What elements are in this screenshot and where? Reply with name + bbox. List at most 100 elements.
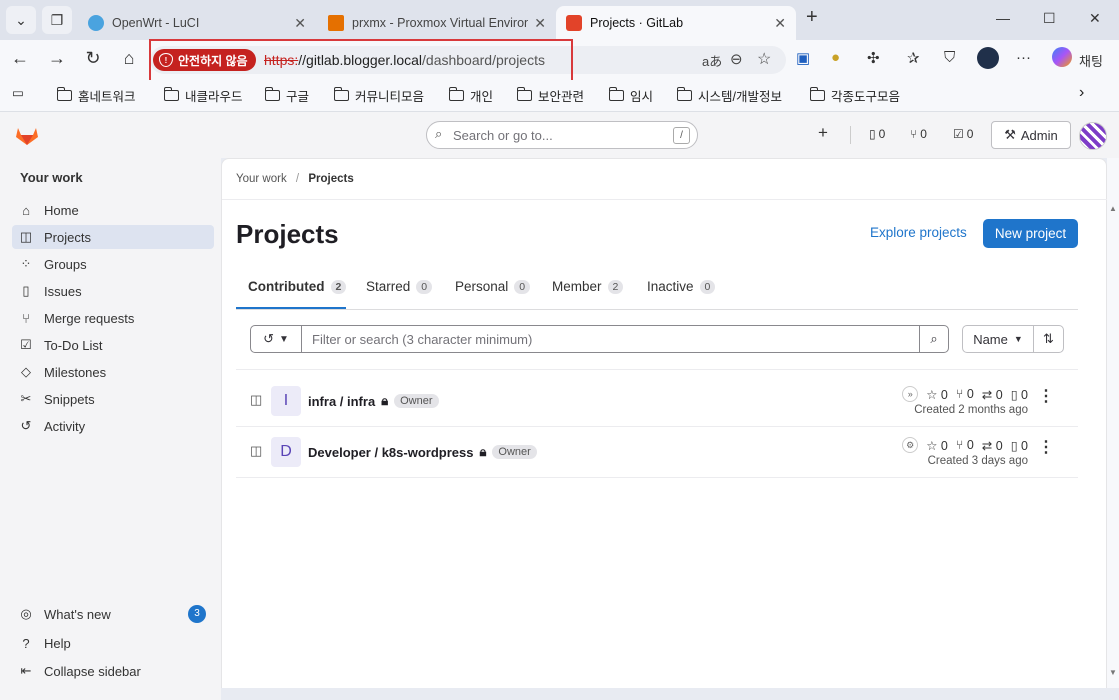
sidebar-item-activity[interactable]: ↺ Activity [12, 414, 214, 438]
favorites-icon[interactable]: ✰ [907, 49, 920, 67]
search-submit-button[interactable]: ⌕ [919, 325, 949, 353]
tab-member[interactable]: Member 2 [552, 279, 624, 294]
browser-tab-proxmox[interactable]: prxmx - Proxmox Virtual Environm ✕ [318, 6, 556, 40]
bookmark-folder[interactable]: 내클라우드 [163, 86, 243, 105]
filter-search-input[interactable] [302, 325, 920, 353]
project-name[interactable]: infra / infra 🔒︎ Owner [308, 393, 439, 409]
bookmark-folder[interactable]: 보안관련 [516, 86, 584, 105]
sort-direction-button[interactable]: ⇅ [1033, 325, 1064, 353]
extensions-icon[interactable]: ✣ [867, 49, 880, 67]
bookmark-folder[interactable]: 임시 [608, 86, 653, 105]
global-search-input[interactable]: ⌕ Search or go to... / [426, 121, 698, 149]
project-name[interactable]: Developer / k8s-wordpress 🔒︎ Owner [308, 444, 537, 460]
copilot-icon[interactable] [1052, 47, 1072, 67]
folder-icon [163, 87, 179, 101]
gitlab-logo-icon[interactable] [15, 124, 39, 146]
merge-request-count[interactable]: ⇄ 0 [982, 438, 1003, 453]
star-count[interactable]: ☆ 0 [926, 387, 948, 402]
whats-new-button[interactable]: ◎ What's new [12, 602, 214, 626]
main-content: Your work / Projects Projects Explore pr… [221, 158, 1108, 688]
tab-contributed[interactable]: Contributed 2 [248, 279, 347, 294]
sidebar-item-milestones[interactable]: ◇ Milestones [12, 360, 214, 384]
breadcrumb-your-work[interactable]: Your work [236, 173, 287, 185]
reload-icon[interactable]: ↻ [81, 48, 105, 69]
bookmarks-bar: ▭ 홈네트워크 내클라우드 구글 커뮤니티모음 개인 보안관련 임시 시스템/개… [0, 80, 1119, 112]
breadcrumb-projects[interactable]: Projects [308, 173, 353, 185]
star-count[interactable]: ☆ 0 [926, 438, 948, 453]
sidebar-item-projects[interactable]: ◫ Projects [12, 225, 214, 249]
admin-button[interactable]: ⚒ Admin [991, 121, 1071, 149]
fork-count[interactable]: ⑂ 0 [956, 438, 974, 452]
sidebar-item-issues[interactable]: ▯ Issues [12, 279, 214, 303]
fork-count[interactable]: ⑂ 0 [956, 387, 974, 401]
project-avatar[interactable]: D [271, 437, 301, 467]
home-browser-icon[interactable]: ⌂ [117, 48, 141, 69]
todos-count-button[interactable]: ☑ 0 [953, 127, 973, 141]
chat-label[interactable]: 채팅 [1079, 51, 1103, 70]
project-avatar[interactable]: I [271, 386, 301, 416]
merge-request-count[interactable]: ⇄ 0 [982, 387, 1003, 402]
vertical-scrollbar[interactable]: ▲ ▼ [1107, 158, 1119, 688]
tab-personal[interactable]: Personal 0 [455, 279, 531, 294]
bookmark-folder[interactable]: 시스템/개발정보 [676, 86, 782, 105]
workspaces-icon[interactable]: ❐ [42, 6, 72, 34]
pipeline-status-icon[interactable]: » [902, 386, 919, 402]
translate-icon[interactable]: aあ [702, 51, 722, 70]
new-project-button[interactable]: New project [983, 219, 1078, 248]
bookmark-folder[interactable]: 구글 [264, 86, 309, 105]
favorite-star-icon[interactable]: ☆ [757, 49, 771, 69]
back-icon[interactable]: ← [8, 48, 32, 69]
project-row[interactable]: ◫ D Developer / k8s-wordpress 🔒︎ Owner ⚙ ☆… [236, 427, 1078, 478]
chevron-down-icon: ▼ [279, 333, 289, 345]
filter-search-field[interactable] [302, 326, 919, 352]
tab-list-icon[interactable]: ⌄ [6, 6, 36, 34]
profile-avatar[interactable] [977, 47, 999, 69]
explore-projects-link[interactable]: Explore projects [870, 225, 967, 240]
scroll-down-icon[interactable]: ▼ [1109, 668, 1117, 677]
user-avatar[interactable] [1079, 122, 1107, 150]
browser-essentials-icon[interactable]: ⛉ [944, 49, 955, 66]
sidebar-item-snippets[interactable]: ✂ Snippets [12, 387, 214, 411]
zoom-icon[interactable]: ⊖ [730, 50, 743, 68]
close-icon[interactable]: ✕ [294, 15, 306, 32]
merge-requests-count-button[interactable]: ⑂ 0 [910, 127, 927, 141]
bookmark-folder[interactable]: 홈네트워크 [56, 86, 136, 105]
issue-count[interactable]: ▯ 0 [1011, 438, 1028, 453]
minimize-icon[interactable]: — [996, 10, 1010, 26]
close-icon[interactable]: ✕ [774, 15, 786, 32]
sidebar-item-merge-requests[interactable]: ⑂ Merge requests [12, 306, 214, 330]
browser-tab-gitlab[interactable]: Projects · GitLab ✕ [556, 6, 796, 40]
sort-dropdown[interactable]: Name ▼ [962, 325, 1034, 353]
more-actions-icon[interactable]: ⋮ [1038, 386, 1054, 406]
window-close-icon[interactable]: ✕ [1089, 10, 1101, 27]
tab-starred[interactable]: Starred 0 [366, 279, 433, 294]
issues-count-button[interactable]: ▯ 0 [869, 127, 885, 141]
bookmark-bar-icon[interactable]: ▭ [12, 85, 24, 100]
sidebar-item-todo-list[interactable]: ☑ To-Do List [12, 333, 214, 357]
bookmark-folder[interactable]: 커뮤니티모음 [333, 86, 424, 105]
close-icon[interactable]: ✕ [534, 15, 546, 32]
extension-coin-icon[interactable]: ● [831, 49, 840, 66]
more-menu-icon[interactable]: ··· [1016, 49, 1031, 66]
project-row[interactable]: ◫ I infra / infra 🔒︎ Owner » ☆ 0 ⑂ 0 ⇄ 0 ▯… [236, 376, 1078, 427]
recent-searches-button[interactable]: ↺ ▼ [250, 325, 302, 353]
sidebar-item-home[interactable]: ⌂ Home [12, 198, 214, 222]
collapse-sidebar-button[interactable]: ⇤ Collapse sidebar [12, 659, 214, 683]
forward-icon[interactable]: → [45, 48, 69, 69]
extension-2-icon[interactable]: ▣ [796, 49, 810, 67]
tab-inactive[interactable]: Inactive 0 [647, 279, 716, 294]
help-icon: ? [22, 635, 30, 651]
scroll-up-icon[interactable]: ▲ [1109, 204, 1117, 213]
maximize-icon[interactable]: ☐ [1043, 10, 1056, 27]
bookmark-folder[interactable]: 개인 [448, 86, 493, 105]
issue-count[interactable]: ▯ 0 [1011, 387, 1028, 402]
pipeline-status-icon[interactable]: ⚙ [902, 437, 919, 453]
sidebar-item-groups[interactable]: ⁘ Groups [12, 252, 214, 276]
bookmarks-overflow-icon[interactable]: › [1079, 84, 1084, 102]
browser-tab-openwrt[interactable]: OpenWrt - LuCI ✕ [78, 6, 316, 40]
help-button[interactable]: ? Help [12, 631, 214, 655]
more-actions-icon[interactable]: ⋮ [1038, 437, 1054, 457]
create-new-icon[interactable]: + [818, 123, 828, 143]
new-tab-icon[interactable]: + [806, 6, 818, 29]
bookmark-folder[interactable]: 각종도구모음 [809, 86, 900, 105]
